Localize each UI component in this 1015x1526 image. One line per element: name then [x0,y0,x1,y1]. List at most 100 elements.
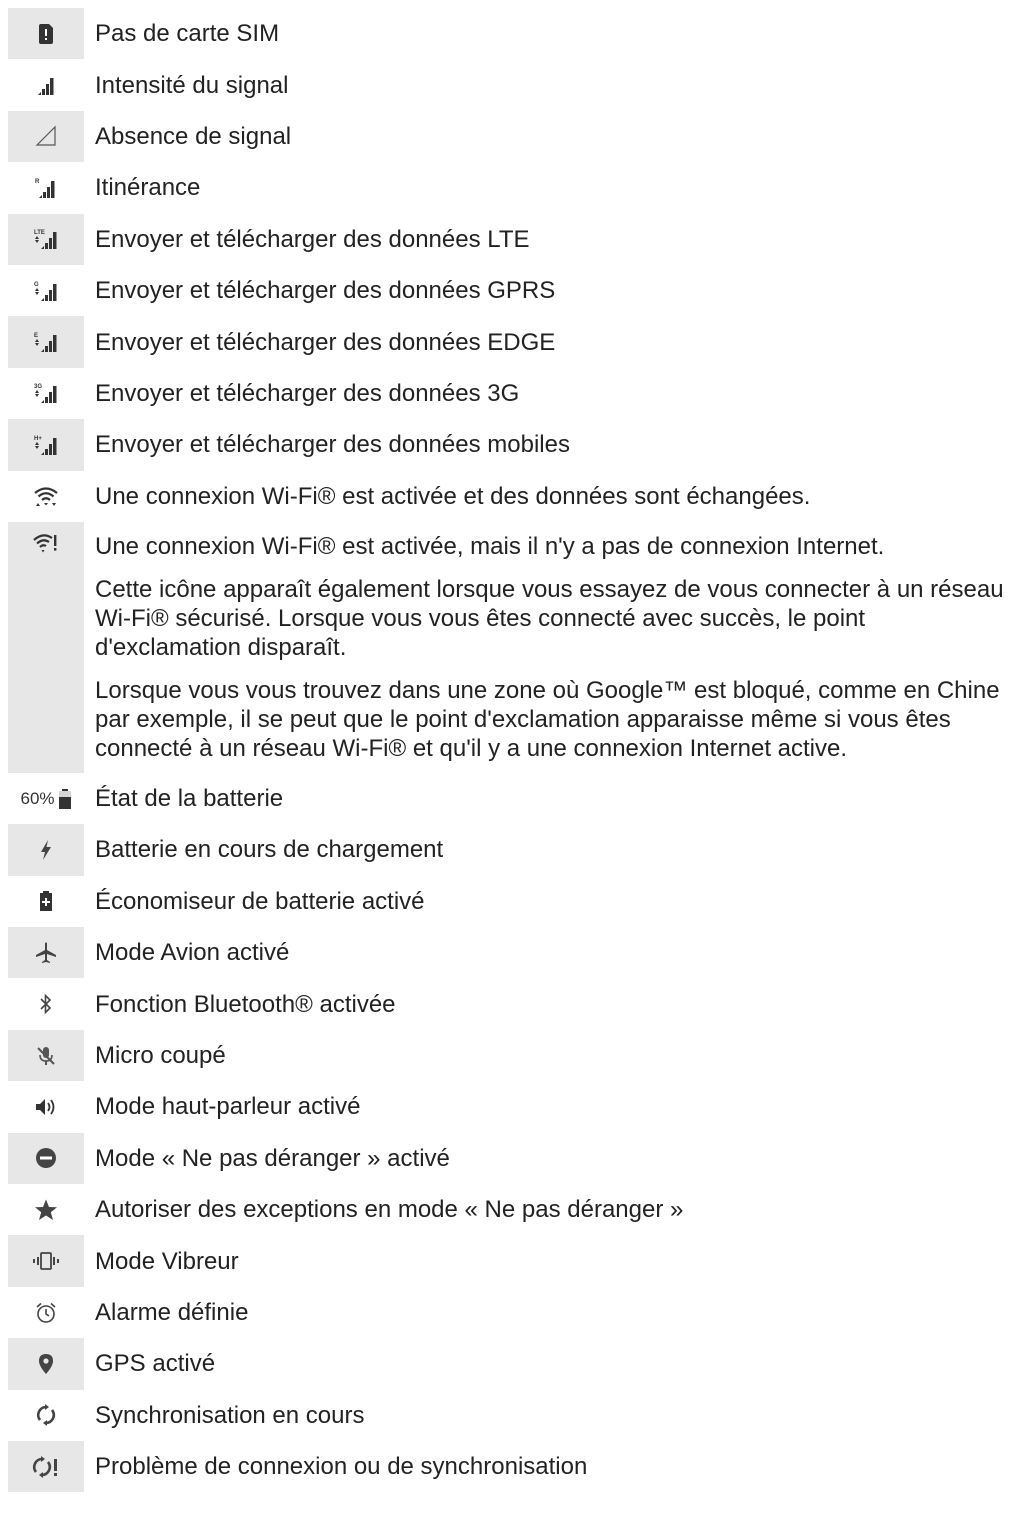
description-text: Problème de connexion ou de synchronisat… [95,1453,588,1481]
no-signal-icon [8,110,84,163]
battery-status-icon: 60% [8,773,84,824]
table-row: E Envoyer et télécharger des données EDG… [8,316,1010,368]
mobile-data-icon: H+ [8,419,84,471]
description-text: Envoyer et télécharger des données mobil… [95,431,570,459]
table-row: Batterie en cours de chargement [8,824,1010,876]
airplane-mode-icon [8,927,84,979]
row-description: Autoriser des exceptions en mode « Ne pa… [84,1184,1010,1235]
vibrate-mode-icon [8,1235,84,1287]
table-row: Alarme définie [8,1287,1010,1338]
row-description: Une connexion Wi-Fi® est activée et des … [84,471,1010,522]
table-row: Micro coupé [8,1029,1010,1082]
battery-charging-icon [8,824,84,876]
speakerphone-icon [8,1081,84,1132]
svg-text:G: G [34,282,39,288]
table-row: Pas de carte SIM [8,8,1010,60]
row-description: État de la batterie [84,773,1010,824]
description-text: Intensité du signal [95,71,289,99]
description-text: Batterie en cours de chargement [95,836,444,864]
table-row: Absence de signal [8,110,1010,163]
gps-location-icon [8,1338,84,1390]
table-row: Une connexion Wi-Fi® est activée, mais i… [8,521,1010,773]
row-description: Envoyer et télécharger des données LTE [84,214,1010,265]
svg-text:R: R [35,179,40,185]
sync-icon [8,1390,84,1441]
table-row: G Envoyer et télécharger des données GPR… [8,265,1010,316]
row-description: Itinérance [84,162,1010,213]
row-description: Absence de signal [84,111,1010,162]
description-text: GPS activé [95,1350,216,1378]
description-text: Micro coupé [95,1042,226,1070]
description-text: Mode « Ne pas déranger » activé [95,1144,450,1172]
description-text: Mode Vibreur [95,1247,239,1275]
row-description: Économiseur de batterie activé [84,876,1010,927]
row-description: Batterie en cours de chargement [84,824,1010,875]
row-description: Alarme définie [84,1287,1010,1338]
gprs-data-icon: G [8,265,84,316]
description-text: Une connexion Wi-Fi® est activée et des … [95,482,811,510]
row-description: Une connexion Wi-Fi® est activée, mais i… [84,522,1010,773]
row-description: Intensité du signal [84,59,1010,110]
description-text: Mode Avion activé [95,939,290,967]
description-text: Lorsque vous vous trouvez dans une zone … [95,676,1000,762]
description-text: Envoyer et télécharger des données GPRS [95,277,556,305]
roaming-icon: R [8,162,84,213]
microphone-muted-icon [8,1029,84,1082]
row-description: Mode Vibreur [84,1235,1010,1286]
svg-text:LTE: LTE [34,230,45,236]
description-text: Une connexion Wi-Fi® est activée, mais i… [95,532,885,560]
table-row: Fonction Bluetooth® activée [8,978,1010,1029]
sync-problem-icon [8,1440,84,1493]
row-description: Mode haut-parleur activé [84,1081,1010,1132]
row-description: Fonction Bluetooth® activée [84,978,1010,1029]
status-icon-table: Pas de carte SIM Intensité du signal Absen… [8,8,1010,1493]
row-description: Envoyer et télécharger des données GPRS [84,265,1010,316]
description-text: Cette icône apparaît également lorsque v… [95,575,1004,661]
table-row: R Itinérance [8,162,1010,213]
battery-percentage: 60% [20,788,55,808]
table-row: Mode « Ne pas déranger » activé [8,1132,1010,1185]
wifi-active-icon [8,471,84,522]
description-text: Mode haut-parleur activé [95,1093,361,1121]
table-row: H+ Envoyer et télécharger des données mo… [8,419,1010,471]
description-text: Envoyer et télécharger des données EDGE [95,328,556,356]
table-row: Problème de connexion ou de synchronisat… [8,1440,1010,1493]
no-sim-card-icon [8,8,84,60]
description-text: Absence de signal [95,122,292,150]
row-description: Envoyer et télécharger des données EDGE [84,316,1010,367]
row-description: GPS activé [84,1338,1010,1389]
bluetooth-icon [8,978,84,1029]
star-icon [8,1184,84,1235]
row-description: Envoyer et télécharger des données 3G [84,368,1010,419]
do-not-disturb-icon [8,1132,84,1185]
row-description: Mode « Ne pas déranger » activé [84,1133,1010,1184]
description-text: Synchronisation en cours [95,1401,365,1429]
signal-strength-icon [8,59,84,110]
description-text: Autoriser des exceptions en mode « Ne pa… [95,1196,684,1224]
svg-text:H+: H+ [34,436,42,442]
3g-data-icon: 3G [8,368,84,419]
description-text: Économiseur de batterie activé [95,887,425,915]
description-text: Itinérance [95,174,201,202]
wifi-no-internet-icon [8,521,84,773]
svg-text:E: E [34,333,38,339]
table-row: Mode Avion activé [8,927,1010,979]
table-row: Synchronisation en cours [8,1390,1010,1441]
description-text: Envoyer et télécharger des données 3G [95,379,520,407]
table-row: Économiseur de batterie activé [8,876,1010,927]
battery-saver-icon [8,876,84,927]
description-text: État de la batterie [95,785,284,813]
table-row: Mode Vibreur [8,1235,1010,1287]
table-row: Une connexion Wi-Fi® est activée et des … [8,471,1010,522]
table-row: Intensité du signal [8,59,1010,110]
table-row: Autoriser des exceptions en mode « Ne pa… [8,1184,1010,1235]
row-description: Envoyer et télécharger des données mobil… [84,419,1010,470]
row-description: Synchronisation en cours [84,1390,1010,1441]
svg-text:3G: 3G [34,384,42,390]
row-description: Micro coupé [84,1030,1010,1081]
lte-data-icon: LTE [8,213,84,265]
edge-data-icon: E [8,316,84,368]
description-text: Pas de carte SIM [95,20,280,48]
row-description: Mode Avion activé [84,927,1010,978]
table-row: 3G Envoyer et télécharger des données 3G [8,368,1010,419]
